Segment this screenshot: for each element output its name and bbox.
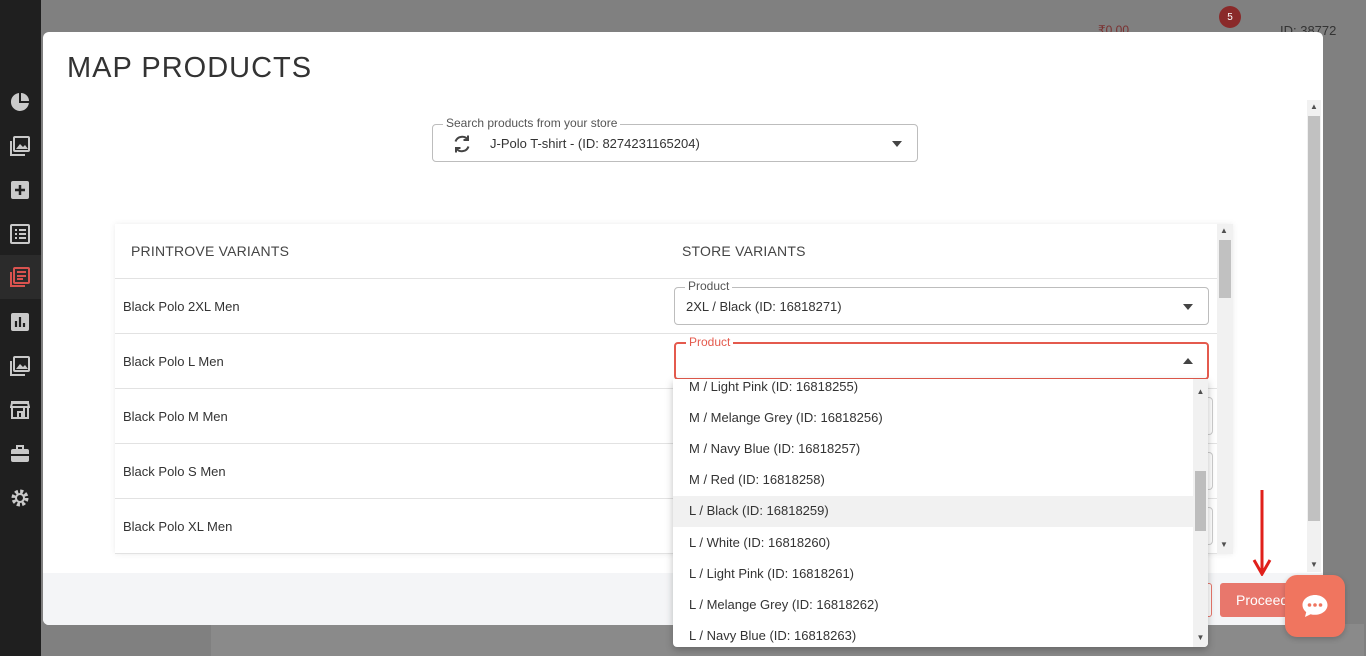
variant-name: Black Polo XL Men bbox=[123, 519, 233, 534]
briefcase-icon[interactable] bbox=[10, 444, 30, 464]
chevron-down-icon[interactable] bbox=[892, 141, 902, 147]
sidebar-item-orders-active[interactable] bbox=[0, 255, 41, 299]
list-item-highlighted[interactable]: L / Black (ID: 16818259) bbox=[673, 496, 1193, 527]
chevron-up-icon[interactable] bbox=[1183, 358, 1193, 364]
select-label: Product bbox=[685, 279, 733, 293]
list-item[interactable]: M / Melange Grey (ID: 16818256) bbox=[673, 403, 1193, 434]
settings-icon[interactable] bbox=[10, 488, 30, 508]
variant-name: Black Polo M Men bbox=[123, 409, 228, 424]
list-item[interactable]: L / Navy Blue (ID: 16818263) bbox=[673, 621, 1193, 647]
add-icon[interactable] bbox=[10, 180, 30, 200]
scroll-thumb[interactable] bbox=[1219, 240, 1231, 298]
select-value: 2XL / Black (ID: 16818271) bbox=[686, 299, 842, 314]
chevron-down-icon[interactable] bbox=[1183, 304, 1193, 310]
chat-icon bbox=[1302, 595, 1328, 617]
column-header-printrove: PRINTROVE VARIANTS bbox=[131, 243, 290, 259]
column-header-store: STORE VARIANTS bbox=[682, 243, 806, 259]
scroll-up-icon[interactable]: ▲ bbox=[1193, 385, 1208, 399]
dashboard-icon[interactable] bbox=[10, 92, 30, 112]
list-item[interactable]: L / White (ID: 16818260) bbox=[673, 528, 1193, 559]
list-item[interactable]: L / Melange Grey (ID: 16818262) bbox=[673, 590, 1193, 621]
list-item[interactable]: L / Light Pink (ID: 16818261) bbox=[673, 559, 1193, 590]
orders-icon[interactable] bbox=[10, 267, 30, 287]
store-variant-select-open[interactable]: Product bbox=[674, 335, 1209, 380]
variant-options-listbox[interactable]: M / Light Pink (ID: 16818255) M / Melang… bbox=[673, 379, 1208, 647]
variant-name: Black Polo L Men bbox=[123, 354, 224, 369]
list-item[interactable]: M / Navy Blue (ID: 16818257) bbox=[673, 434, 1193, 465]
select-label: Product bbox=[686, 335, 734, 349]
search-label: Search products from your store bbox=[443, 116, 621, 130]
scroll-thumb[interactable] bbox=[1308, 116, 1320, 521]
app-sidebar bbox=[0, 0, 41, 656]
scroll-up-icon[interactable]: ▲ bbox=[1217, 224, 1231, 238]
store-product-search[interactable]: Search products from your store J-Polo T… bbox=[432, 116, 918, 162]
variant-name: Black Polo S Men bbox=[123, 464, 226, 479]
store-icon[interactable] bbox=[10, 400, 30, 420]
list-item[interactable]: M / Light Pink (ID: 16818255) bbox=[673, 379, 1193, 403]
chat-button[interactable] bbox=[1285, 575, 1345, 637]
images-icon[interactable] bbox=[10, 356, 30, 376]
list-icon[interactable] bbox=[10, 224, 30, 244]
store-variant-select[interactable]: Product 2XL / Black (ID: 16818271) bbox=[674, 279, 1209, 325]
annotation-arrow-icon bbox=[1252, 490, 1272, 576]
gallery-icon[interactable] bbox=[10, 136, 30, 156]
scroll-thumb[interactable] bbox=[1195, 471, 1206, 531]
variant-name: Black Polo 2XL Men bbox=[123, 299, 240, 314]
list-item[interactable]: M / Red (ID: 16818258) bbox=[673, 465, 1193, 496]
analytics-icon[interactable] bbox=[10, 312, 30, 332]
scroll-up-icon[interactable]: ▲ bbox=[1307, 100, 1321, 114]
table-scrollbar[interactable]: ▲ ▼ bbox=[1217, 224, 1233, 554]
modal-scrollbar[interactable]: ▲ ▼ bbox=[1307, 100, 1321, 572]
scroll-down-icon[interactable]: ▼ bbox=[1193, 631, 1208, 645]
scroll-down-icon[interactable]: ▼ bbox=[1307, 558, 1321, 572]
search-value: J-Polo T-shirt - (ID: 8274231165204) bbox=[490, 136, 700, 151]
listbox-scrollbar[interactable]: ▲ ▼ bbox=[1193, 379, 1208, 647]
modal-title: MAP PRODUCTS bbox=[67, 52, 313, 84]
notification-badge: 5 bbox=[1219, 6, 1241, 28]
sync-icon[interactable] bbox=[451, 133, 473, 155]
scroll-down-icon[interactable]: ▼ bbox=[1217, 538, 1231, 552]
